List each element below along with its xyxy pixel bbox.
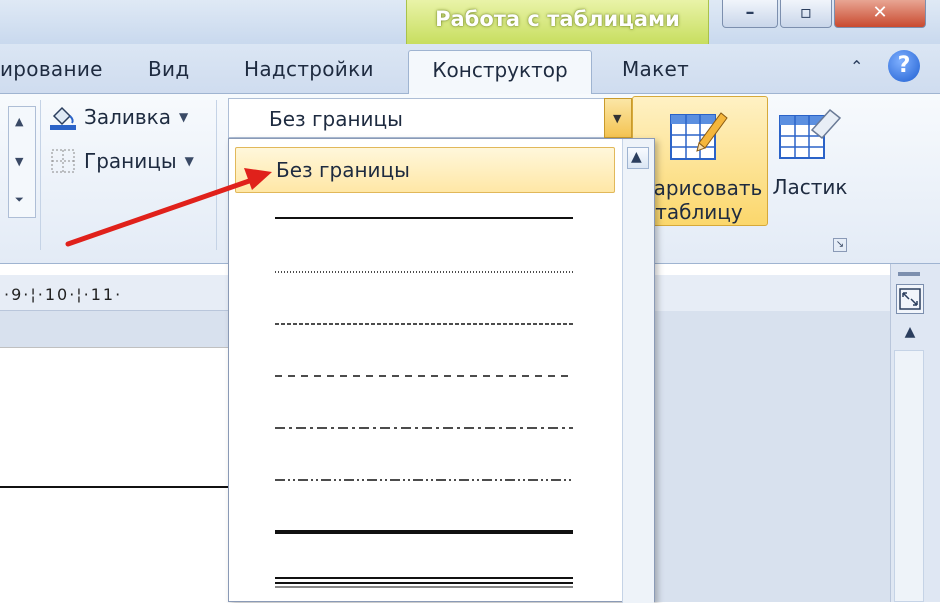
styles-gallery-scroll[interactable]: ▲ ▼ ⏷ [8, 106, 36, 218]
scroll-up-small-icon[interactable]: ▲ [15, 115, 23, 128]
shading-label: Заливка [84, 105, 171, 129]
option-label: Без границы [276, 158, 410, 182]
ruler-labels: ·9·¦·10·¦·11· [4, 285, 123, 304]
ruler-toggle-icon [899, 288, 921, 310]
line-style-dense-dash[interactable] [275, 319, 573, 329]
line-style-option-none[interactable]: Без границы [235, 147, 615, 193]
dropdown-scroll-up[interactable]: ▲ [627, 147, 649, 169]
borders-button[interactable]: Границы ▼ [48, 146, 194, 176]
chevron-down-icon: ▼ [184, 154, 194, 168]
scroll-track[interactable] [894, 350, 924, 602]
chevron-down-icon: ▼ [613, 112, 622, 125]
eraser-label: Ластик [772, 175, 848, 199]
group-separator [40, 100, 41, 250]
table-border-line [0, 486, 228, 488]
scroll-up-icon[interactable]: ▲ [898, 324, 922, 344]
tab-review[interactable]: ирование [0, 57, 103, 81]
borders-icon [48, 148, 78, 174]
restore-icon: ▫ [799, 2, 813, 23]
ruler-right-area [655, 275, 890, 311]
minimize-icon: – [745, 2, 755, 23]
line-style-dotted[interactable] [275, 267, 573, 277]
group-separator [216, 100, 217, 250]
line-style-dash-dot[interactable] [275, 423, 573, 433]
line-style-thick[interactable] [275, 527, 573, 537]
draw-table-label-1: арисовать [653, 176, 763, 200]
chevron-down-icon: ▼ [178, 110, 189, 124]
close-icon: ✕ [872, 2, 888, 23]
scroll-down-small-icon[interactable]: ▼ [15, 155, 23, 168]
paint-bucket-icon [48, 104, 78, 130]
line-style-value: Без границы [269, 107, 403, 131]
collapse-ribbon-icon[interactable]: ⌃ [850, 57, 863, 76]
line-style-combo[interactable]: Без границы ▼ [228, 98, 632, 138]
pencil-table-icon [669, 107, 729, 167]
line-style-dash-dot-dot[interactable] [275, 475, 573, 485]
document-page[interactable] [0, 347, 228, 602]
triangle-up-icon: ▲ [631, 149, 642, 165]
line-style-double[interactable] [275, 575, 573, 589]
restore-button[interactable]: ▫ [780, 0, 832, 28]
help-icon[interactable]: ? [888, 50, 920, 82]
tab-design[interactable]: Конструктор [408, 50, 592, 96]
view-ruler-toggle[interactable] [896, 284, 924, 314]
borders-label: Границы [84, 149, 177, 173]
line-style-solid[interactable] [275, 213, 573, 223]
dropdown-scrollbar: ▲ [622, 139, 654, 603]
close-button[interactable]: ✕ [834, 0, 926, 28]
draw-table-label-2: таблицу [655, 200, 743, 224]
table-tools-context-header: Работа с таблицами [406, 0, 709, 46]
line-style-dropdown: ▲ Без границы [228, 138, 655, 603]
split-handle[interactable] [898, 272, 920, 276]
tab-design-label: Конструктор [432, 58, 568, 82]
tab-view[interactable]: Вид [148, 57, 189, 81]
eraser-icon [778, 106, 842, 166]
context-title: Работа с таблицами [435, 7, 680, 31]
document-background [655, 311, 890, 602]
eraser-button[interactable]: Ластик [770, 96, 850, 226]
dialog-launcher-icon[interactable]: ↘ [833, 238, 847, 252]
tab-layout[interactable]: Макет [622, 57, 689, 81]
minimize-button[interactable]: – [722, 0, 778, 28]
line-style-dropdown-button[interactable]: ▼ [604, 98, 632, 138]
horizontal-ruler: ·9·¦·10·¦·11· [0, 275, 228, 311]
line-style-dash[interactable] [275, 371, 573, 381]
more-styles-icon[interactable]: ⏷ [15, 193, 24, 207]
document-margin [0, 311, 228, 347]
shading-button[interactable]: Заливка ▼ [48, 102, 188, 132]
tab-addins[interactable]: Надстройки [244, 57, 374, 81]
